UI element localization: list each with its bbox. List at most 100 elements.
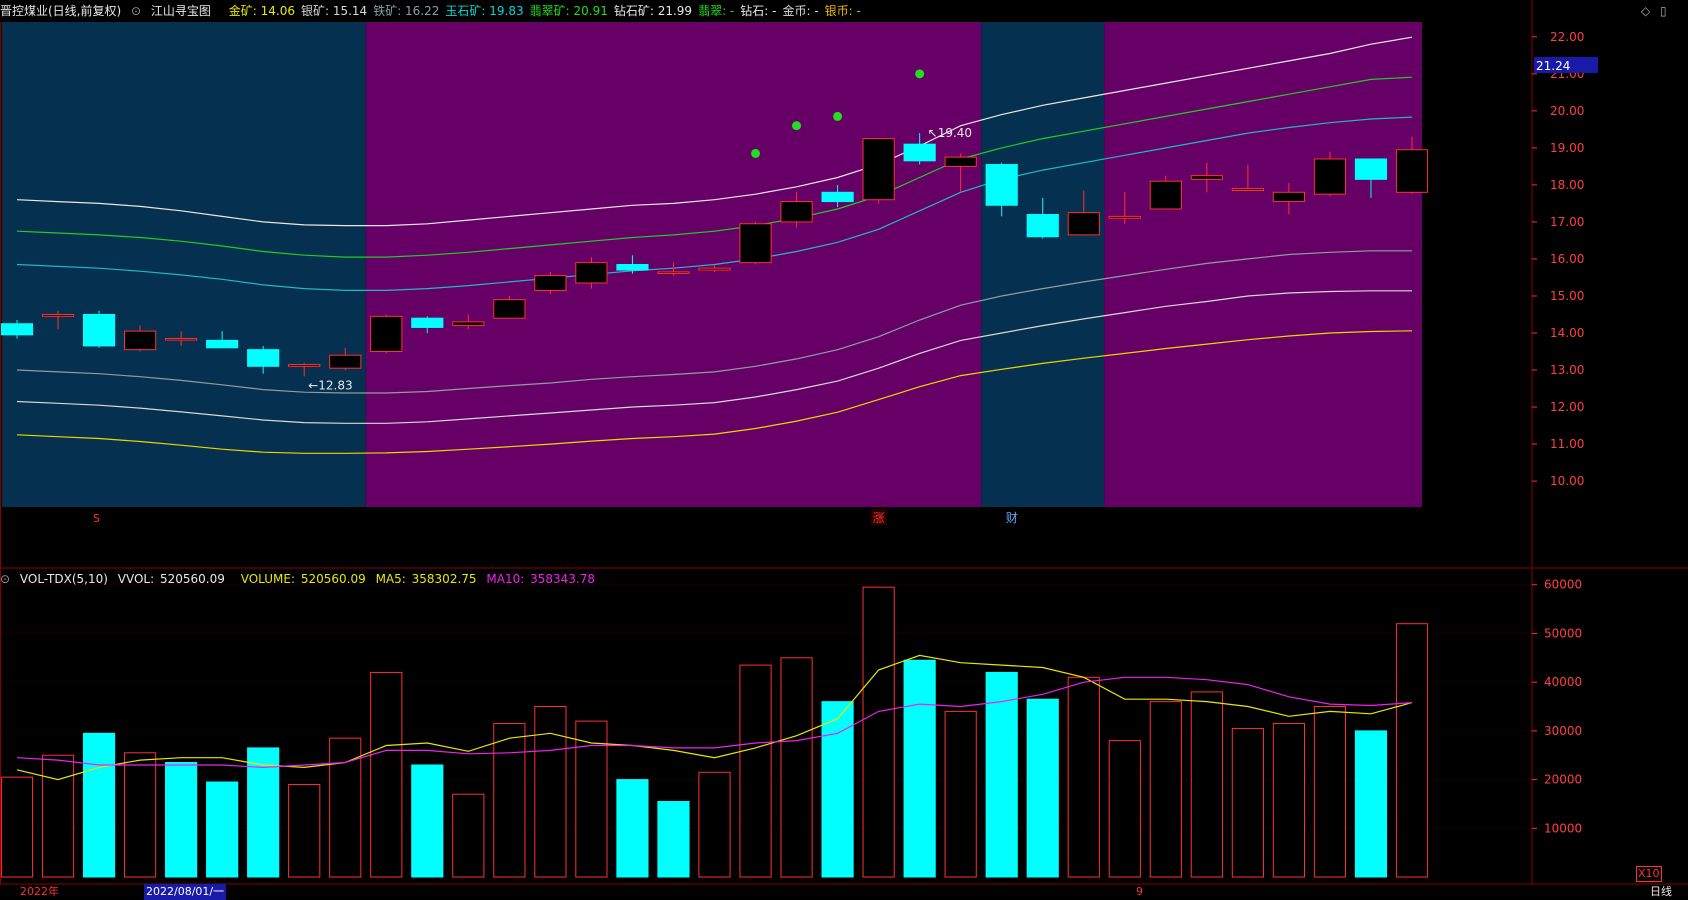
band-line-1	[16, 76, 1413, 258]
volume-bar-17	[698, 771, 731, 878]
restore-window-icon[interactable]: ▯	[1660, 4, 1667, 18]
volume-bar-14	[575, 720, 608, 878]
volume-tick-label-4: 20000	[1544, 773, 1582, 787]
indicator-value-6: 翡翠: -	[698, 4, 735, 18]
indicator-icon[interactable]: ⊙	[131, 4, 141, 18]
candle-body-19	[780, 201, 813, 223]
signal-dot-0	[751, 148, 761, 158]
candle-body-11	[452, 321, 485, 327]
indicator-value-0: 金矿: 14.06	[228, 4, 295, 18]
volume-bar-5	[206, 781, 239, 878]
candle-body-29	[1190, 175, 1223, 180]
candle-body-12	[493, 299, 526, 319]
candle-body-1	[41, 313, 75, 317]
ma10-label: MA10:	[486, 572, 525, 586]
candle-body-5	[206, 339, 239, 349]
volume-bar-32	[1313, 706, 1347, 878]
price-tick-label-7: 15.00	[1550, 289, 1584, 303]
ma5-label: MA5:	[375, 572, 406, 586]
volume-bar-21	[862, 586, 895, 878]
candle-body-26	[1067, 212, 1100, 236]
volume-bar-13	[534, 706, 567, 878]
volume-bar-34	[1395, 623, 1429, 878]
low-price-label: ←12.83	[308, 378, 352, 392]
candle-body-10	[411, 317, 444, 328]
candle-body-17	[698, 267, 731, 271]
price-tick-label-10: 12.00	[1550, 400, 1584, 414]
candle-body-31	[1272, 191, 1306, 203]
zone-background-3	[1104, 22, 1422, 507]
current-price-tag-bg	[1534, 56, 1598, 73]
volume-label: VOLUME:	[240, 572, 295, 586]
candle-body-32	[1313, 158, 1347, 195]
price-tick-label-11: 11.00	[1550, 437, 1584, 451]
volume-indicator-name[interactable]: VOL-TDX(5,10)	[20, 572, 108, 586]
date-cursor-label: 2022/08/01/一	[144, 884, 227, 900]
price-tick-label-5: 17.00	[1550, 215, 1584, 229]
candle-body-22	[903, 143, 936, 162]
volume-bar-10	[411, 764, 444, 878]
band-line-3	[16, 250, 1412, 394]
candle-body-18	[739, 223, 772, 264]
diamond-icon[interactable]: ◇	[1641, 4, 1650, 18]
volume-bar-20	[821, 701, 854, 878]
candle-body-2	[82, 313, 116, 347]
candle-body-7	[288, 363, 321, 367]
period-button[interactable]: 日线	[1650, 884, 1672, 900]
current-price-tag: 21.24	[1536, 59, 1570, 73]
band-line-0	[16, 36, 1413, 227]
price-tick-label-3: 19.00	[1550, 141, 1584, 155]
volume-bar-1	[41, 754, 75, 878]
band-line-2	[16, 116, 1413, 291]
candle-body-0	[0, 323, 34, 336]
candle-body-30	[1231, 188, 1264, 191]
volume-bar-30	[1231, 727, 1264, 878]
volume-bar-6	[247, 747, 280, 878]
ma5-value: 358302.75	[411, 572, 477, 586]
candle-body-15	[616, 264, 649, 271]
ma10-value: 358343.78	[530, 572, 595, 586]
candle-body-16	[657, 271, 690, 274]
candle-body-21	[862, 138, 895, 201]
volume-bar-15	[616, 779, 649, 878]
date-axis-bar: 2022年 2022/08/01/一 9 日线	[0, 884, 1688, 900]
volume-bar-22	[903, 659, 936, 878]
volume-bar-7	[288, 783, 321, 878]
stock-chart-canvas[interactable]: 22.00 21.00 20.00 19.00 18.00 17.00 16.00 15.00…	[0, 0, 1688, 900]
event-marker-zhang-bg	[870, 509, 887, 525]
vvol-label: VVOL:	[117, 572, 155, 586]
event-marker-zhang: 涨	[873, 510, 885, 525]
band-line-5	[16, 330, 1413, 454]
price-tick-label-4: 18.00	[1550, 178, 1584, 192]
candle-body-34	[1395, 149, 1429, 193]
signal-dot-1	[792, 121, 802, 131]
volume-bar-33	[1354, 730, 1388, 878]
month-mark-label: 9	[1136, 885, 1143, 898]
volume-bar-2	[82, 732, 116, 878]
zoom-badge[interactable]: X10	[1636, 866, 1662, 882]
volume-ma5-line	[16, 654, 1413, 781]
volume-bar-19	[780, 657, 813, 878]
volume-bar-8	[329, 737, 362, 878]
price-tick-label-8: 14.00	[1550, 326, 1584, 340]
candle-body-25	[1026, 214, 1059, 238]
volume-bar-25	[1026, 698, 1059, 878]
candle-body-20	[821, 191, 854, 203]
volume-tick-label-2: 40000	[1544, 675, 1582, 689]
volume-bar-16	[657, 801, 690, 878]
volume-ma10-line	[16, 676, 1413, 769]
candle-body-6	[247, 349, 280, 367]
volume-bar-12	[493, 723, 526, 878]
volume-bar-28	[1149, 701, 1182, 878]
indicator-values: 金矿: 14.06 银矿: 15.14 铁矿: 16.22 玉石矿: 19.83 翡翠矿…	[229, 4, 867, 18]
candle-body-24	[985, 164, 1018, 206]
stock-name[interactable]: 晋控煤业(日线,前复权)	[0, 4, 121, 18]
volume-value: 520560.09	[300, 572, 366, 586]
volume-bar-31	[1272, 723, 1306, 878]
candle-body-13	[534, 275, 567, 291]
indicator-toggle-icon[interactable]: ⊙	[0, 572, 10, 586]
indicator-name[interactable]: 江山寻宝图	[151, 4, 211, 18]
price-tick-label-6: 16.00	[1550, 252, 1584, 266]
volume-bar-23	[944, 710, 977, 878]
volume-bar-29	[1190, 691, 1223, 878]
